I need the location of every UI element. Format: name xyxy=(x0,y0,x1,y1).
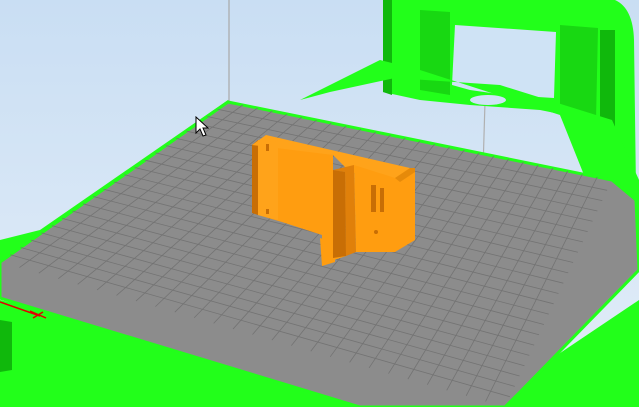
printer-frame-front-shade xyxy=(0,320,12,372)
3d-viewport[interactable] xyxy=(0,0,639,407)
arrow-pointer-icon xyxy=(195,116,209,137)
scene-canvas[interactable] xyxy=(0,0,639,407)
